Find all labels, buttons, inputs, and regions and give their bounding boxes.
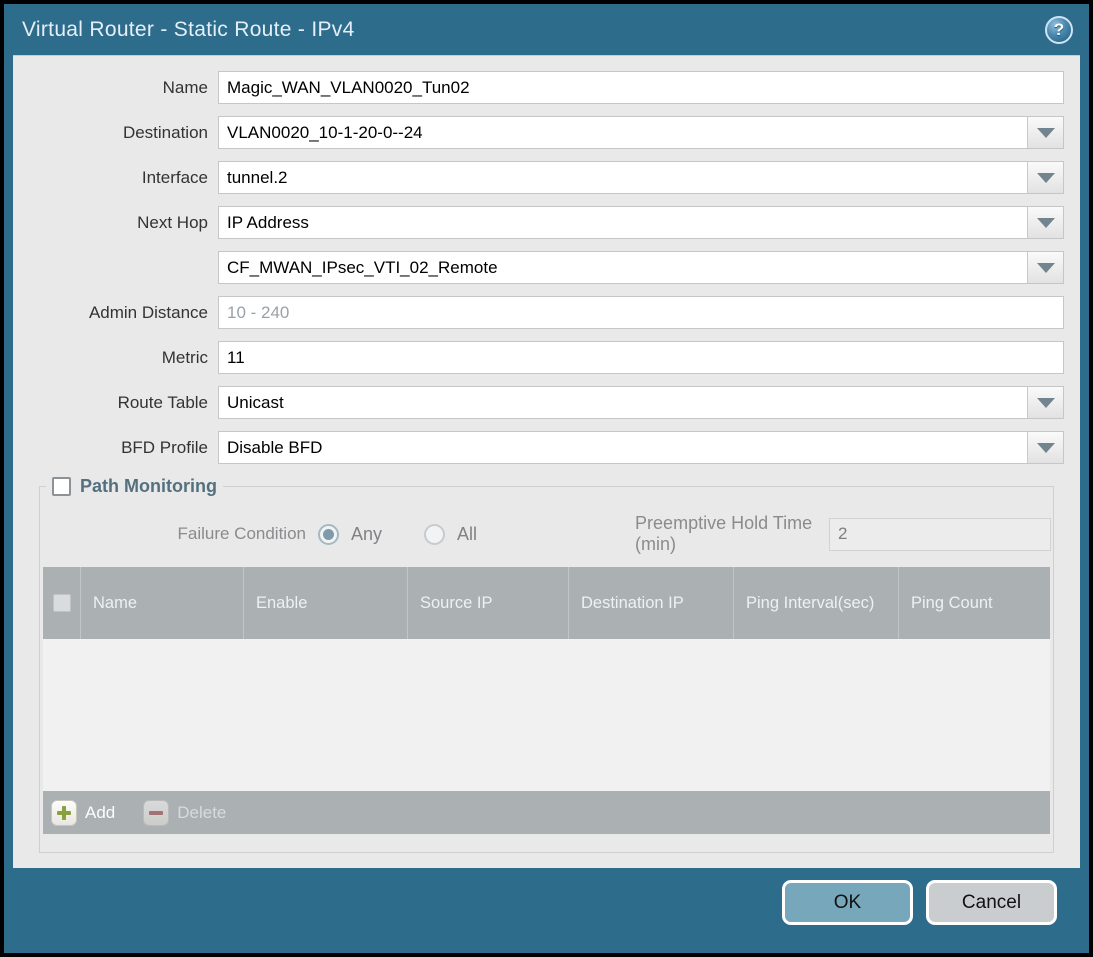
next-hop-label: Next Hop [13,213,218,233]
form-area: Name Destination Interface [13,56,1080,464]
dialog-content: Name Destination Interface [13,55,1080,868]
path-monitoring-legend: Path Monitoring [46,476,223,497]
preemptive-hold-input[interactable] [829,518,1051,551]
add-button-label: Add [85,803,115,823]
chevron-down-icon [1037,128,1055,138]
chevron-down-icon [1037,443,1055,453]
column-header-destination-ip: Destination IP [568,567,733,639]
form-row-destination: Destination [13,116,1064,149]
form-row-bfd-profile: BFD Profile [13,431,1064,464]
interface-input[interactable] [219,162,1027,193]
bfd-profile-dropdown-button[interactable] [1027,432,1063,463]
failure-condition-label: Failure Condition [42,524,318,544]
path-monitoring-table: Name Enable Source IP Destination IP Pin… [43,567,1050,834]
chevron-down-icon [1037,218,1055,228]
minus-icon [149,811,163,815]
metric-input[interactable] [219,342,1063,373]
column-header-name: Name [80,567,243,639]
cancel-button[interactable]: Cancel [926,880,1057,925]
delete-button-label: Delete [177,803,226,823]
admin-distance-input[interactable] [219,297,1063,328]
interface-label: Interface [13,168,218,188]
form-row-next-hop: Next Hop [13,206,1064,239]
dialog-window: Virtual Router - Static Route - IPv4 ? N… [4,4,1089,953]
path-monitoring-title: Path Monitoring [80,476,217,497]
destination-input[interactable] [219,117,1027,148]
column-header-ping-count: Ping Count [898,567,1050,639]
chevron-down-icon [1037,398,1055,408]
dialog-title: Virtual Router - Static Route - IPv4 [22,4,355,55]
header-checkbox-cell [43,567,80,639]
chevron-down-icon [1037,263,1055,273]
select-all-checkbox[interactable] [53,594,71,612]
interface-dropdown-button[interactable] [1027,162,1063,193]
add-button[interactable] [51,800,77,826]
name-label: Name [13,78,218,98]
route-table-dropdown-button[interactable] [1027,387,1063,418]
next-hop-address-input[interactable] [219,252,1027,283]
destination-label: Destination [13,123,218,143]
form-row-next-hop-address [13,251,1064,284]
column-header-enable: Enable [243,567,407,639]
radio-all-label: All [457,524,477,545]
path-monitoring-checkbox[interactable] [52,477,71,496]
failure-condition-any-option[interactable]: Any [318,524,382,545]
next-hop-address-dropdown-button[interactable] [1027,252,1063,283]
help-icon[interactable]: ? [1045,16,1073,44]
failure-condition-row: Failure Condition Any All Preemptive Hol… [42,517,1051,551]
form-row-name: Name [13,71,1064,104]
radio-any-icon [318,524,339,545]
table-toolbar: Add Delete [43,791,1050,834]
form-row-interface: Interface [13,161,1064,194]
delete-button[interactable] [143,800,169,826]
failure-condition-all-option[interactable]: All [424,524,477,545]
name-input[interactable] [219,72,1063,103]
path-monitoring-section: Path Monitoring Failure Condition Any Al… [39,476,1054,853]
radio-all-icon [424,524,445,545]
metric-label: Metric [13,348,218,368]
form-row-route-table: Route Table [13,386,1064,419]
route-table-input[interactable] [219,387,1027,418]
title-bar: Virtual Router - Static Route - IPv4 ? [4,4,1089,55]
column-header-ping-interval: Ping Interval(sec) [733,567,898,639]
route-table-label: Route Table [13,393,218,413]
next-hop-type-input[interactable] [219,207,1027,238]
form-row-admin-distance: Admin Distance [13,296,1064,329]
bfd-profile-label: BFD Profile [13,438,218,458]
admin-distance-label: Admin Distance [13,303,218,323]
plus-icon [57,806,71,820]
radio-any-label: Any [351,524,382,545]
ok-button[interactable]: OK [782,880,913,925]
table-header: Name Enable Source IP Destination IP Pin… [43,567,1050,639]
next-hop-type-dropdown-button[interactable] [1027,207,1063,238]
destination-dropdown-button[interactable] [1027,117,1063,148]
chevron-down-icon [1037,173,1055,183]
table-body-empty [43,639,1050,791]
form-row-metric: Metric [13,341,1064,374]
preemptive-hold-label: Preemptive Hold Time (min) [635,513,819,555]
bfd-profile-input[interactable] [219,432,1027,463]
column-header-source-ip: Source IP [407,567,568,639]
